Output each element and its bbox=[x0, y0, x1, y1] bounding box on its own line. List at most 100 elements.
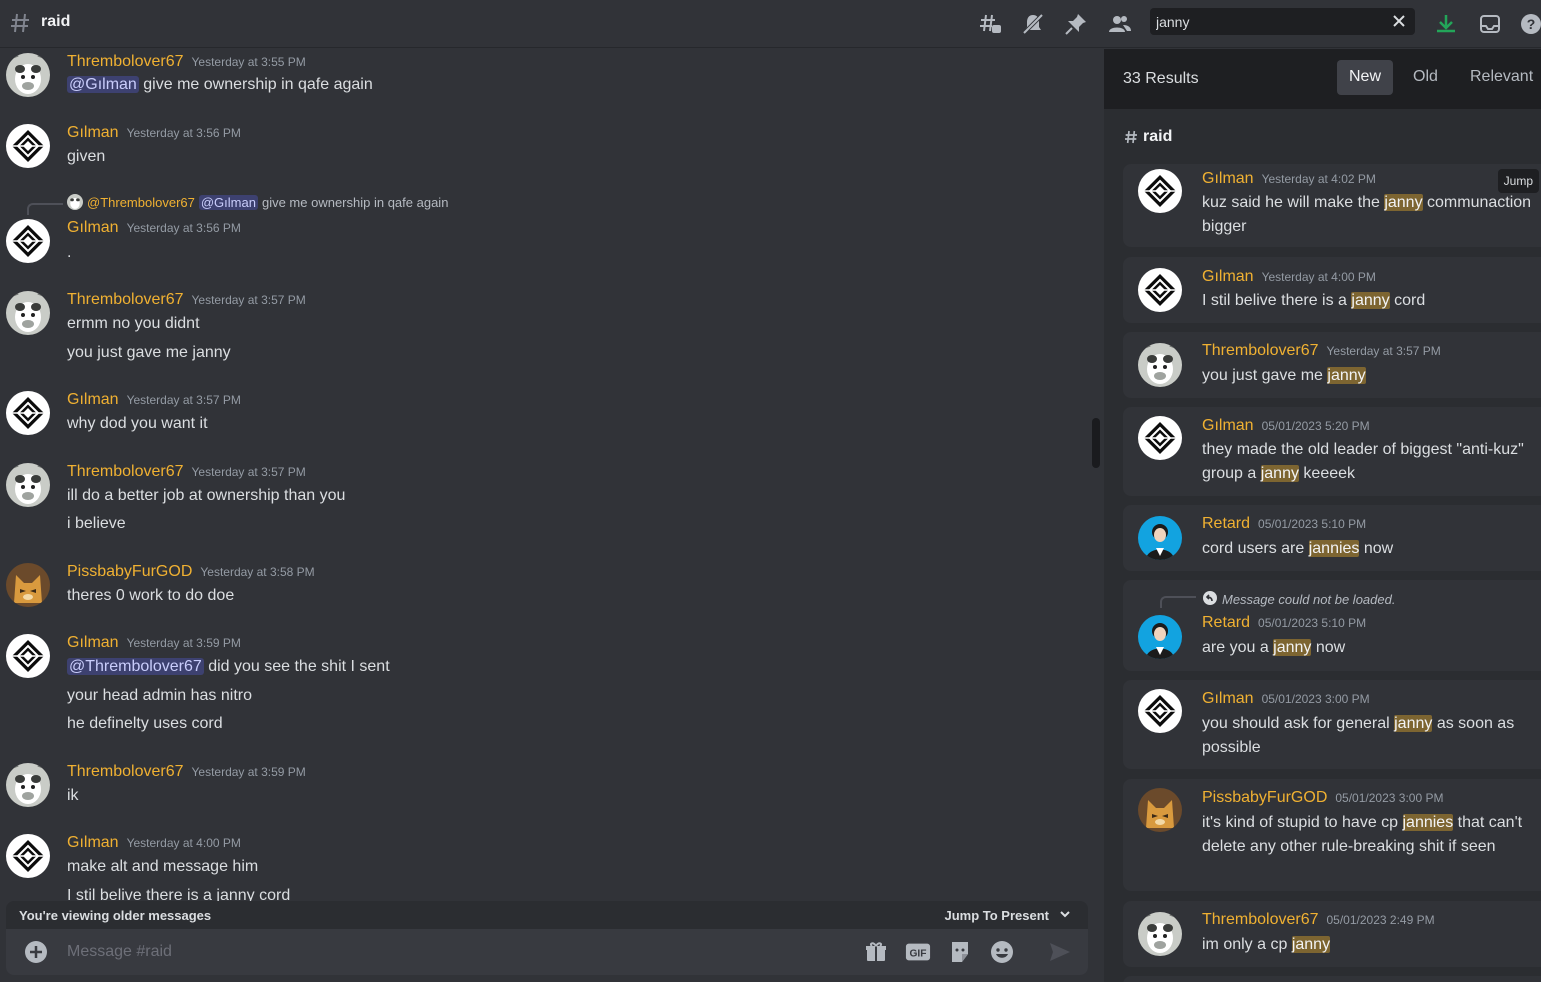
svg-text:?: ? bbox=[1527, 16, 1536, 32]
message-author[interactable]: Thrembolover67 Yesterday at 3:57 PM bbox=[67, 463, 306, 481]
avatar[interactable] bbox=[6, 463, 50, 507]
avatar[interactable] bbox=[1138, 788, 1182, 832]
jump-button[interactable]: Jump bbox=[1497, 169, 1539, 193]
reply-preview[interactable]: @Thrembolover67 @Gılman give me ownershi… bbox=[67, 194, 448, 210]
message-content: make alt and message him bbox=[67, 858, 259, 875]
message-author[interactable]: Gılman 05/01/2023 5:20 PM bbox=[1202, 417, 1370, 435]
message-content: cord users are jannies now bbox=[1202, 540, 1394, 557]
threads-icon[interactable] bbox=[976, 10, 1004, 38]
help-icon[interactable]: ? bbox=[1517, 10, 1541, 38]
message-author[interactable]: PissbabyFurGOD 05/01/2023 3:00 PM bbox=[1202, 789, 1443, 807]
avatar[interactable] bbox=[1138, 416, 1182, 460]
message-author[interactable]: Gılman Yesterday at 3:57 PM bbox=[67, 391, 241, 409]
jump-to-present-button[interactable]: Jump To Present bbox=[944, 908, 1071, 923]
message-author[interactable]: Retard 05/01/2023 5:10 PM bbox=[1202, 614, 1366, 632]
message-author[interactable]: Thrembolover67 Yesterday at 3:59 PM bbox=[67, 763, 306, 781]
search-input[interactable] bbox=[1156, 12, 1386, 32]
search-bar[interactable] bbox=[1150, 8, 1415, 35]
message-content: i believe bbox=[67, 515, 126, 532]
message-timestamp: Yesterday at 3:55 PM bbox=[191, 55, 306, 69]
message-author[interactable]: Gılman Yesterday at 3:59 PM bbox=[67, 634, 241, 652]
search-result[interactable]: Message could not be loaded. Retard 05/01… bbox=[1123, 580, 1541, 671]
search-result[interactable]: Gılman Yesterday at 4:00 PM I stil belive… bbox=[1123, 257, 1541, 323]
avatar[interactable] bbox=[6, 763, 50, 807]
message-list[interactable]: Thrembolover67 Yesterday at 3:55 PM @Gılm… bbox=[0, 49, 1104, 982]
message-content: why dod you want it bbox=[67, 415, 208, 432]
avatar[interactable] bbox=[1138, 615, 1182, 659]
message-author[interactable]: Gılman 05/01/2023 3:00 PM bbox=[1202, 690, 1370, 708]
message-timestamp: Yesterday at 4:02 PM bbox=[1261, 172, 1376, 186]
avatar[interactable] bbox=[1138, 516, 1182, 560]
avatar[interactable] bbox=[6, 834, 50, 878]
tab-relevant[interactable]: Relevant bbox=[1458, 60, 1541, 95]
search-result[interactable]: Gılman Yesterday at 4:02 PM kuz said he w… bbox=[1123, 164, 1541, 247]
avatar[interactable] bbox=[6, 291, 50, 335]
message-input[interactable] bbox=[67, 941, 767, 963]
message-author[interactable]: Gılman Yesterday at 4:00 PM bbox=[67, 834, 241, 852]
avatar[interactable] bbox=[6, 124, 50, 168]
avatar[interactable] bbox=[1138, 343, 1182, 387]
message-author[interactable]: Thrembolover67 05/01/2023 2:49 PM bbox=[1202, 911, 1435, 929]
message-author[interactable]: Gılman Yesterday at 4:02 PM bbox=[1202, 170, 1376, 188]
search-result[interactable]: Thrembolover67 05/01/2023 2:49 PM im only… bbox=[1123, 901, 1541, 967]
inbox-icon[interactable] bbox=[1476, 10, 1504, 38]
search-result[interactable] bbox=[1123, 976, 1541, 982]
search-result[interactable]: Gılman 05/01/2023 5:20 PM they made the o… bbox=[1123, 407, 1541, 496]
avatar[interactable] bbox=[1138, 912, 1182, 956]
avatar[interactable] bbox=[1138, 169, 1182, 213]
add-attachment-icon[interactable] bbox=[24, 940, 48, 969]
pin-icon[interactable] bbox=[1062, 10, 1090, 38]
result-channel-header[interactable]: raid bbox=[1123, 128, 1172, 146]
message-author[interactable]: Thrembolover67 Yesterday at 3:57 PM bbox=[1202, 342, 1441, 360]
avatar[interactable] bbox=[6, 563, 50, 607]
message-content: it's kind of stupid to have cp jannies t… bbox=[1202, 814, 1523, 855]
message-content: theres 0 work to do doe bbox=[67, 587, 235, 604]
inbox-download-icon[interactable] bbox=[1432, 10, 1460, 38]
sticker-icon[interactable] bbox=[947, 939, 973, 965]
reply-author[interactable]: @Thrembolover67 bbox=[87, 195, 195, 210]
user-mention[interactable]: @Thrembolover67 bbox=[67, 658, 204, 675]
avatar[interactable] bbox=[6, 634, 50, 678]
avatar[interactable] bbox=[6, 391, 50, 435]
message-author[interactable]: Gılman Yesterday at 3:56 PM bbox=[67, 219, 241, 237]
close-icon[interactable] bbox=[1391, 13, 1407, 34]
avatar[interactable] bbox=[6, 219, 50, 263]
message-content: @Gılman give me ownership in qafe again bbox=[67, 76, 373, 93]
message-timestamp: Yesterday at 3:57 PM bbox=[1326, 344, 1441, 358]
reply-spine bbox=[1160, 596, 1196, 608]
scrollbar-thumb[interactable] bbox=[1092, 418, 1100, 468]
message-author[interactable]: Retard 05/01/2023 5:10 PM bbox=[1202, 515, 1366, 533]
tab-new[interactable]: New bbox=[1337, 60, 1394, 95]
gift-icon[interactable] bbox=[863, 939, 889, 965]
send-icon[interactable] bbox=[1047, 939, 1073, 965]
search-highlight: jannies bbox=[1308, 540, 1360, 557]
message-author[interactable]: Gılman Yesterday at 4:00 PM bbox=[1202, 268, 1376, 286]
avatar[interactable] bbox=[1138, 268, 1182, 312]
message-author[interactable]: PissbabyFurGOD Yesterday at 3:58 PM bbox=[67, 563, 315, 581]
message-content: they made the old leader of biggest "ant… bbox=[1202, 441, 1524, 482]
avatar[interactable] bbox=[6, 53, 50, 97]
reply-arrow-icon bbox=[1202, 590, 1218, 609]
gif-icon[interactable]: GIF bbox=[905, 939, 931, 965]
search-results-header: 33 Results New Old Relevant bbox=[1104, 49, 1541, 109]
search-result[interactable]: Retard 05/01/2023 5:10 PM cord users are … bbox=[1123, 505, 1541, 571]
message-content: kuz said he will make the janny communac… bbox=[1202, 194, 1532, 235]
members-icon[interactable] bbox=[1106, 10, 1134, 38]
search-result[interactable]: Thrembolover67 Yesterday at 3:57 PM you j… bbox=[1123, 332, 1541, 398]
user-mention[interactable]: @Gılman bbox=[198, 194, 258, 210]
user-mention[interactable]: @Gılman bbox=[67, 76, 139, 93]
mute-icon[interactable] bbox=[1019, 10, 1047, 38]
message-author[interactable]: Thrembolover67 Yesterday at 3:57 PM bbox=[67, 291, 306, 309]
search-highlight: janny bbox=[1351, 292, 1390, 309]
tab-old[interactable]: Old bbox=[1401, 60, 1450, 95]
message-author[interactable]: Thrembolover67 Yesterday at 3:55 PM bbox=[67, 53, 306, 71]
search-results-panel: 33 Results New Old Relevant raid Gılman Y… bbox=[1104, 49, 1541, 982]
reply-text: give me ownership in qafe again bbox=[261, 194, 449, 210]
message-timestamp: Yesterday at 3:57 PM bbox=[191, 465, 306, 479]
search-result[interactable]: PissbabyFurGOD 05/01/2023 3:00 PM it's ki… bbox=[1123, 779, 1541, 891]
avatar[interactable] bbox=[1138, 689, 1182, 733]
emoji-icon[interactable] bbox=[989, 939, 1015, 965]
message-content: you just gave me janny bbox=[67, 344, 231, 361]
message-author[interactable]: Gılman Yesterday at 3:56 PM bbox=[67, 124, 241, 142]
search-result[interactable]: Gılman 05/01/2023 3:00 PM you should ask … bbox=[1123, 680, 1541, 769]
